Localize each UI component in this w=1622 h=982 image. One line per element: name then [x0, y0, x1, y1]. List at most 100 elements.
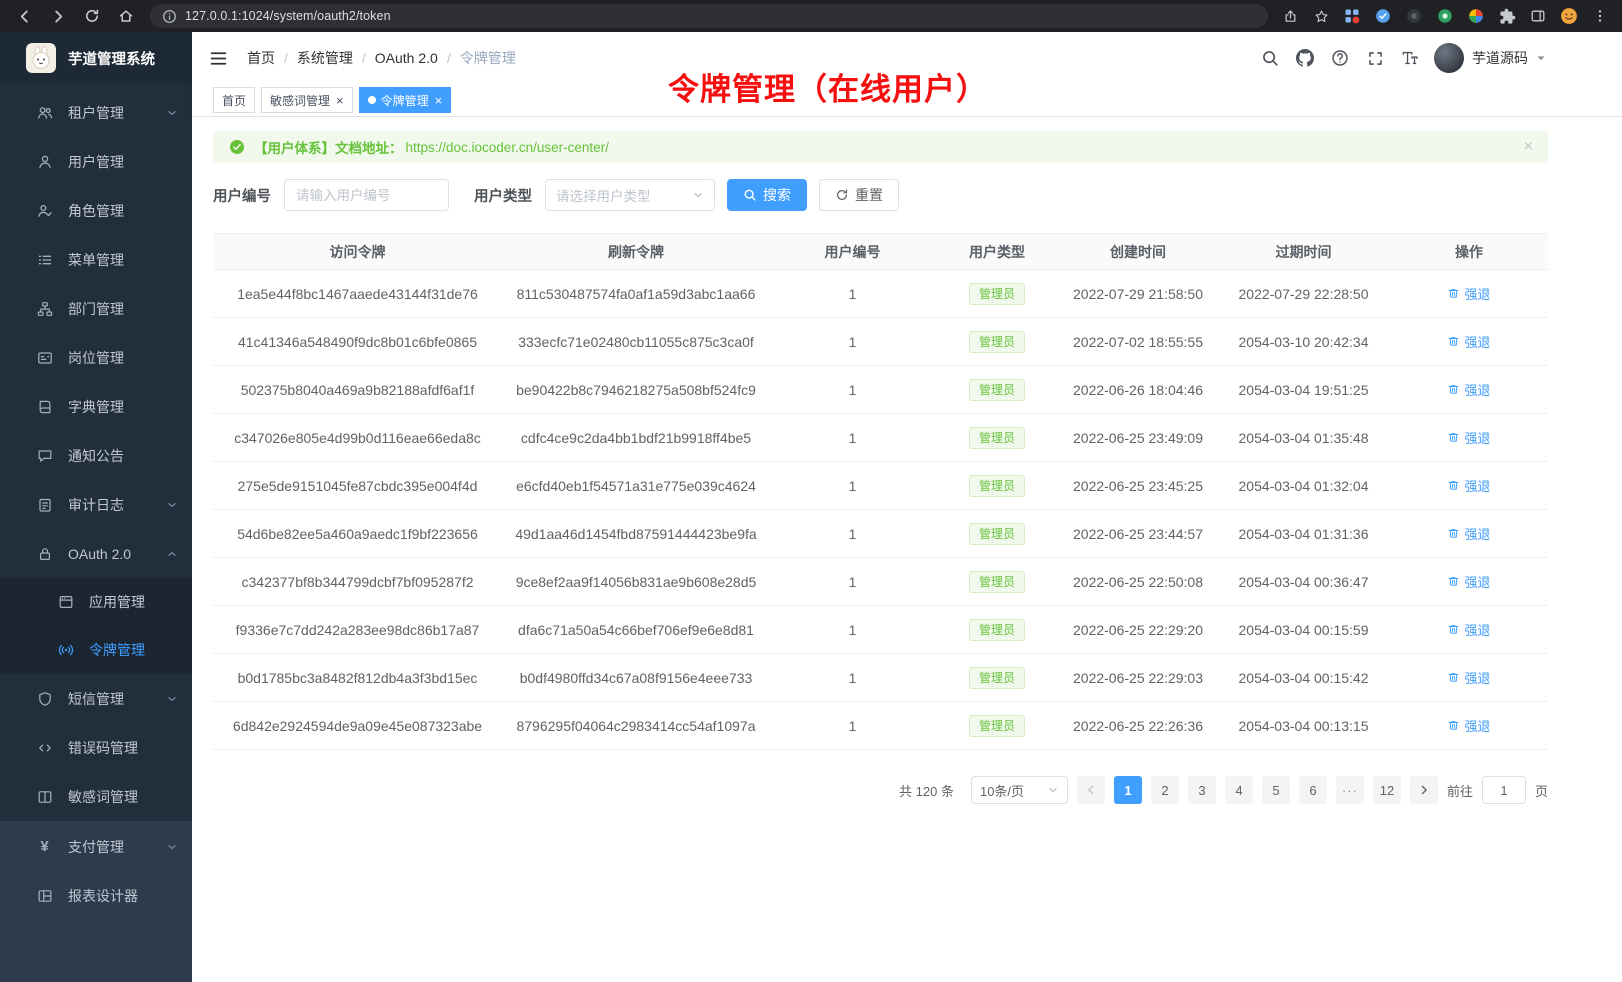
breadcrumb-item[interactable]: 系统管理: [297, 48, 353, 68]
user-menu[interactable]: 芋道源码: [1434, 43, 1546, 73]
chevron-down-icon: [166, 107, 178, 119]
force-logout-button[interactable]: 强退: [1447, 428, 1490, 447]
table-row: f9336e7c7dd242a283ee98dc86b17a87dfa6c71a…: [213, 606, 1548, 654]
sidebar-item-dept[interactable]: 部门管理: [0, 284, 192, 333]
user-id-cell: 1: [770, 270, 935, 318]
tab-close-icon[interactable]: ×: [336, 94, 344, 107]
tab-token[interactable]: 令牌管理×: [359, 87, 452, 113]
force-logout-button[interactable]: 强退: [1447, 572, 1490, 591]
force-logout-button[interactable]: 强退: [1447, 524, 1490, 543]
page-4-button[interactable]: 4: [1225, 776, 1253, 804]
sidebar-item-oauth2[interactable]: OAuth 2.0: [0, 529, 192, 578]
page-2-button[interactable]: 2: [1151, 776, 1179, 804]
force-logout-button[interactable]: 强退: [1447, 380, 1490, 399]
id-card-icon: [36, 350, 53, 366]
sidebar-item-label: 菜单管理: [68, 250, 178, 270]
sidebar-item-error-code[interactable]: 错误码管理: [0, 723, 192, 772]
more-pages-button[interactable]: ···: [1336, 776, 1364, 804]
extension-green-icon[interactable]: [1435, 6, 1455, 26]
user-id-cell: 1: [770, 702, 935, 750]
sidebar-item-report-designer[interactable]: 报表设计器: [0, 871, 192, 920]
extension-grid-badge-icon[interactable]: [1342, 6, 1362, 26]
sidebar-item-label: OAuth 2.0: [68, 546, 160, 562]
site-info-icon[interactable]: [162, 9, 177, 24]
sidebar-item-audit-log[interactable]: 审计日志: [0, 480, 192, 529]
user-type-select[interactable]: 请选择用户类型: [545, 179, 715, 211]
browser-menu-icon[interactable]: [1590, 6, 1610, 26]
extension-dark-icon[interactable]: [1404, 6, 1424, 26]
sidebar-item-sms[interactable]: 短信管理: [0, 674, 192, 723]
sidebar-item-oauth2-token[interactable]: 令牌管理: [0, 626, 192, 674]
user-id-cell: 1: [770, 318, 935, 366]
refresh-token-cell: 811c530487574fa0af1a59d3abc1aa66: [502, 270, 770, 318]
column-header: 操作: [1390, 234, 1548, 270]
sidebar-item-notice[interactable]: 通知公告: [0, 431, 192, 480]
sidebar-item-user[interactable]: 用户管理: [0, 137, 192, 186]
search-button[interactable]: 搜索: [727, 179, 807, 211]
oauth-icon: [36, 546, 53, 562]
sidebar-item-role[interactable]: 角色管理: [0, 186, 192, 235]
page-1-button[interactable]: 1: [1114, 776, 1142, 804]
forward-icon[interactable]: [46, 4, 70, 28]
sidebar-item-pay[interactable]: ¥支付管理: [0, 822, 192, 871]
reload-icon[interactable]: [80, 4, 104, 28]
help-icon[interactable]: [1330, 48, 1350, 68]
extension-colorful-icon[interactable]: [1466, 6, 1486, 26]
fullscreen-icon[interactable]: [1365, 48, 1385, 68]
sidebar-item-oauth2-app[interactable]: 应用管理: [0, 578, 192, 626]
alert-close-icon[interactable]: ×: [1524, 139, 1533, 155]
user-type-badge: 管理员: [969, 475, 1025, 497]
force-logout-button[interactable]: 强退: [1447, 716, 1490, 735]
force-logout-label: 强退: [1464, 668, 1490, 687]
extension-blue-icon[interactable]: [1373, 6, 1393, 26]
shield-icon: [36, 691, 53, 707]
next-page-button[interactable]: [1410, 776, 1438, 804]
force-logout-label: 强退: [1464, 284, 1490, 303]
home-icon[interactable]: [114, 4, 138, 28]
bookmark-star-icon[interactable]: [1311, 6, 1331, 26]
page-12-button[interactable]: 12: [1373, 776, 1401, 804]
sidebar-item-sensitive-word[interactable]: 敏感词管理: [0, 772, 192, 821]
force-logout-label: 强退: [1464, 380, 1490, 399]
tab-close-icon[interactable]: ×: [435, 94, 443, 107]
sidebar-item-menu[interactable]: 菜单管理: [0, 235, 192, 284]
side-panel-icon[interactable]: [1528, 6, 1548, 26]
page-size-select[interactable]: 10条/页: [971, 776, 1068, 804]
back-icon[interactable]: [12, 4, 36, 28]
font-size-icon[interactable]: [1400, 48, 1420, 68]
browser-profile-avatar[interactable]: [1559, 6, 1579, 26]
force-logout-button[interactable]: 强退: [1447, 332, 1490, 351]
sidebar-item-dict[interactable]: 字典管理: [0, 382, 192, 431]
breadcrumb-item[interactable]: 首页: [247, 48, 275, 68]
column-header: 创建时间: [1059, 234, 1217, 270]
force-logout-button[interactable]: 强退: [1447, 668, 1490, 687]
extensions-puzzle-icon[interactable]: [1497, 6, 1517, 26]
force-logout-button[interactable]: 强退: [1447, 476, 1490, 495]
tab-sensitive-word[interactable]: 敏感词管理×: [261, 87, 353, 113]
prev-page-button[interactable]: [1077, 776, 1105, 804]
user-id-cell: 1: [770, 558, 935, 606]
breadcrumb-item[interactable]: OAuth 2.0: [375, 50, 438, 66]
user-type-badge: 管理员: [969, 331, 1025, 353]
tab-home[interactable]: 首页: [213, 87, 255, 113]
github-icon[interactable]: [1295, 48, 1315, 68]
app-logo[interactable]: 芋道管理系统: [0, 32, 192, 84]
share-icon[interactable]: [1280, 6, 1300, 26]
doc-link[interactable]: https://doc.iocoder.cn/user-center/: [406, 140, 609, 155]
page-3-button[interactable]: 3: [1188, 776, 1216, 804]
sidebar-menu-main: 租户管理用户管理角色管理菜单管理部门管理岗位管理字典管理通知公告审计日志 OAut…: [0, 84, 192, 821]
search-icon[interactable]: [1260, 48, 1280, 68]
user-id-input[interactable]: [284, 179, 449, 211]
page-5-button[interactable]: 5: [1262, 776, 1290, 804]
sidebar-item-post[interactable]: 岗位管理: [0, 333, 192, 382]
user-icon: [36, 154, 53, 170]
address-bar[interactable]: 127.0.0.1:1024/system/oauth2/token: [150, 4, 1268, 28]
jump-page-input[interactable]: [1482, 776, 1526, 804]
page-6-button[interactable]: 6: [1299, 776, 1327, 804]
force-logout-button[interactable]: 强退: [1447, 620, 1490, 639]
force-logout-button[interactable]: 强退: [1447, 284, 1490, 303]
sidebar-item-tenant[interactable]: 租户管理: [0, 88, 192, 137]
reset-button[interactable]: 重置: [819, 179, 899, 211]
hamburger-icon[interactable]: [209, 49, 228, 68]
sidebar-item-label: 通知公告: [68, 446, 178, 466]
